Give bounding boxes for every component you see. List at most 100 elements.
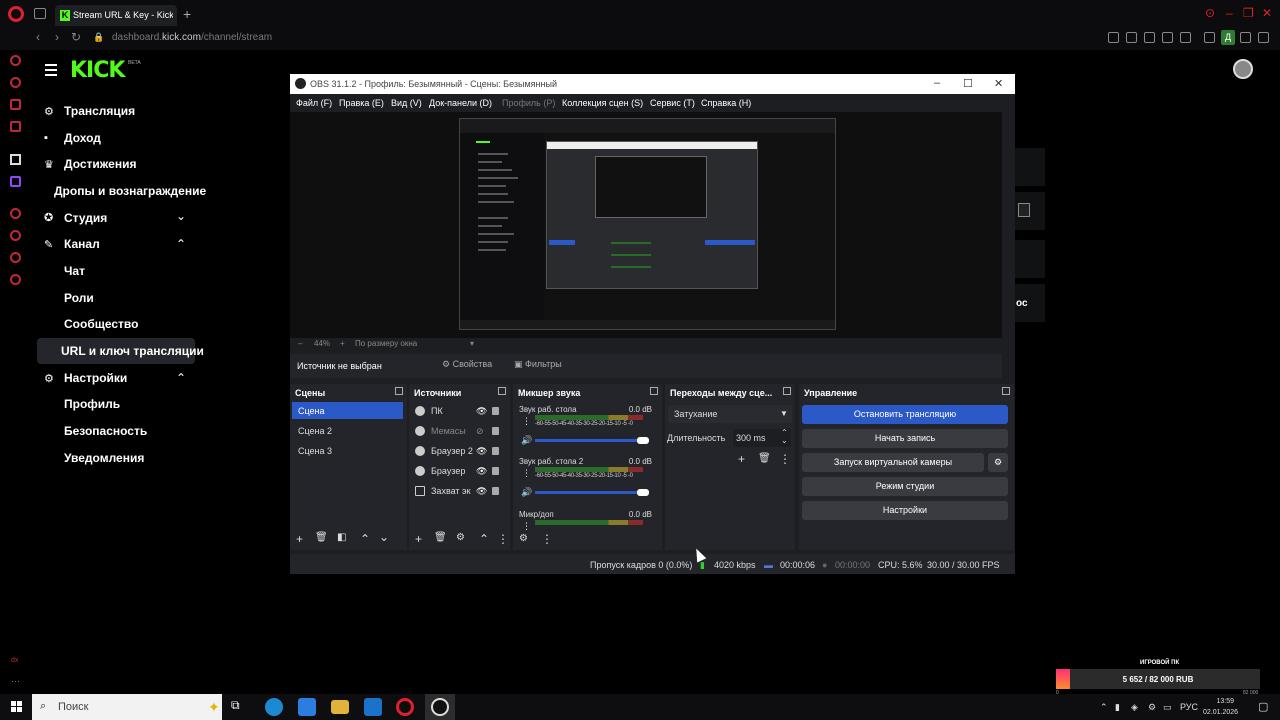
obs-minimize-icon[interactable]: – <box>934 77 940 89</box>
nav-profile[interactable]: Профиль <box>64 397 120 411</box>
menu-icon[interactable] <box>1258 32 1269 43</box>
mail-icon[interactable] <box>364 698 382 716</box>
menu-tools[interactable]: Сервис (T) <box>650 98 695 108</box>
zoom-out-icon[interactable]: – <box>298 339 302 348</box>
volume-slider[interactable] <box>535 489 649 496</box>
kick-logo[interactable]: KICK <box>70 58 125 83</box>
zoom-fit[interactable]: По размеру окна <box>355 339 417 348</box>
menu-edit[interactable]: Правка (E) <box>339 98 384 108</box>
chevron-up-icon[interactable]: ⌃ <box>176 237 186 251</box>
nav-roles[interactable]: Роли <box>64 291 94 305</box>
sidebar-player-icon[interactable] <box>10 121 21 132</box>
lock-icon[interactable] <box>492 467 499 475</box>
tab-switcher-icon[interactable] <box>34 8 46 19</box>
network-icon[interactable]: ▭ <box>1163 702 1172 713</box>
play-icon[interactable] <box>1162 32 1173 43</box>
eye-icon[interactable]: 👁 <box>476 406 487 417</box>
scene-item[interactable]: Сцена 2 <box>298 426 332 436</box>
dock-undock-icon[interactable] <box>1002 387 1010 395</box>
move-down-icon[interactable]: ⌄ <box>379 530 389 544</box>
sidebar-aria-icon[interactable] <box>10 55 21 66</box>
shield-icon[interactable] <box>1144 32 1155 43</box>
back-icon[interactable]: ‹ <box>36 30 40 44</box>
nav-security[interactable]: Безопасность <box>64 424 147 438</box>
menu-scene-collection[interactable]: Коллекция сцен (S) <box>562 98 643 108</box>
mic-icon[interactable]: ▮ <box>1115 702 1120 713</box>
nav-income[interactable]: Доход <box>64 131 101 145</box>
nav-settings[interactable]: Настройки <box>64 371 127 385</box>
scene-filters-icon[interactable]: ◧ <box>337 532 346 543</box>
properties-button[interactable]: ⚙ Свойства <box>442 359 492 370</box>
nav-notifications[interactable]: Уведомления <box>64 451 144 465</box>
search-tabs-icon[interactable]: ⊙ <box>1205 6 1215 20</box>
eye-icon[interactable]: 👁 <box>476 486 487 497</box>
store-icon[interactable] <box>298 698 316 716</box>
source-row[interactable]: ПК 👁 <box>409 403 507 421</box>
add-source-icon[interactable]: + <box>415 532 422 546</box>
lock-icon[interactable] <box>492 487 499 495</box>
slider-knob[interactable] <box>637 437 649 444</box>
slider-knob[interactable] <box>637 489 649 496</box>
more-icon[interactable]: ⋮ <box>779 452 791 466</box>
tray-app-icon[interactable]: ◈ <box>1131 702 1138 713</box>
task-view-icon[interactable]: ⧉ <box>231 698 249 716</box>
nav-chat[interactable]: Чат <box>64 264 85 278</box>
tray-app2-icon[interactable]: ⚙ <box>1148 702 1156 713</box>
duration-input[interactable]: 300 ms ⌃ ⌄ <box>733 428 791 447</box>
lock-icon[interactable] <box>492 447 499 455</box>
language-indicator[interactable]: РУС <box>1180 702 1198 712</box>
url-field[interactable]: dashboard.kick.com/channel/stream <box>112 32 272 43</box>
dock-undock-icon[interactable] <box>783 387 791 395</box>
mixer-settings-icon[interactable]: ⚙ <box>519 533 528 544</box>
virtual-camera-settings-icon[interactable]: ⚙ <box>988 453 1008 472</box>
eye-icon[interactable]: 👁 <box>476 466 487 477</box>
browser-tab[interactable]: K Stream URL & Key - Kick D <box>55 5 177 26</box>
maximize-icon[interactable]: ❐ <box>1243 6 1254 20</box>
speaker-icon[interactable]: 🔊 <box>521 487 532 498</box>
nav-url-key[interactable]: URL и ключ трансляции <box>61 344 204 358</box>
sidebar-ai-icon[interactable] <box>10 77 21 88</box>
menu-help[interactable]: Справка (H) <box>701 98 751 108</box>
eye-hidden-icon[interactable]: ⊘ <box>476 426 484 437</box>
more-icon[interactable]: ⋮ <box>497 532 509 546</box>
download-icon[interactable] <box>1240 32 1251 43</box>
transition-select[interactable]: Затухание ▼ <box>668 405 792 423</box>
source-row[interactable]: Мемасы ⊘ <box>409 423 507 441</box>
edge-icon[interactable] <box>265 698 283 716</box>
source-row[interactable]: Браузер 2 👁 <box>409 443 507 461</box>
windows-start-icon[interactable] <box>11 701 22 712</box>
obs-preview[interactable] <box>290 112 1002 338</box>
hamburger-icon[interactable] <box>45 64 57 79</box>
menu-profile[interactable]: Профиль (P) <box>502 98 555 108</box>
eye-icon[interactable]: 👁 <box>476 446 487 457</box>
sidebar-cube-icon[interactable] <box>10 252 21 263</box>
heart-icon[interactable] <box>1180 32 1191 43</box>
opera-logo-icon[interactable] <box>8 6 24 22</box>
studio-mode-button[interactable]: Режим студии <box>802 477 1008 496</box>
screenshot-icon[interactable] <box>1126 32 1137 43</box>
scene-item[interactable]: Сцена <box>298 406 325 416</box>
tray-chevron-icon[interactable]: ⌃ <box>1100 702 1108 713</box>
lock-icon[interactable] <box>492 407 499 415</box>
menu-file[interactable]: Файл (F) <box>296 98 332 108</box>
zoom-dropdown-icon[interactable]: ▾ <box>470 339 474 348</box>
channel-menu-icon[interactable]: ⋮ <box>522 468 531 479</box>
remove-scene-icon[interactable]: 🗑 <box>315 532 328 543</box>
add-transition-icon[interactable]: + <box>738 452 745 466</box>
taskbar-search-input[interactable]: ⌕ Поиск ✦ <box>32 694 222 720</box>
opera-taskbar-icon[interactable] <box>396 698 414 716</box>
chevron-up-icon[interactable]: ⌃ <box>176 371 186 385</box>
remove-source-icon[interactable]: 🗑 <box>434 532 447 543</box>
scene-item[interactable]: Сцена 3 <box>298 446 332 456</box>
dock-undock-icon[interactable] <box>650 387 658 395</box>
dock-undock-icon[interactable] <box>395 387 403 395</box>
chevron-down-icon[interactable]: ⌄ <box>176 209 186 223</box>
dock-undock-icon[interactable] <box>498 387 506 395</box>
obs-maximize-icon[interactable]: ☐ <box>963 77 973 90</box>
minimize-icon[interactable]: – <box>1226 6 1233 20</box>
menu-docks[interactable]: Док-панели (D) <box>429 98 492 108</box>
source-row[interactable]: Браузер 👁 <box>409 463 507 481</box>
filters-button[interactable]: ▣ Фильтры <box>514 359 562 370</box>
nav-broadcast[interactable]: Трансляция <box>64 104 135 118</box>
nav-drops[interactable]: Дропы и вознаграждение <box>54 184 206 198</box>
